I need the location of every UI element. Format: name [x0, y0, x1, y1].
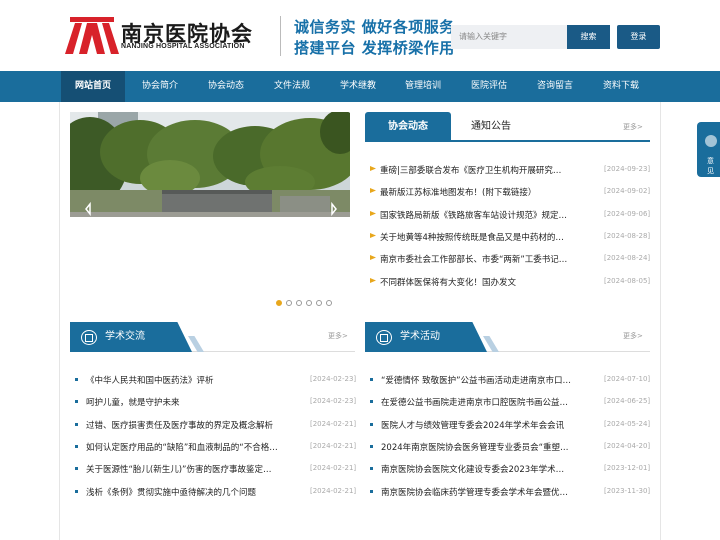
list-date: [2023-11-30]: [604, 487, 651, 495]
bullet-icon: [75, 445, 78, 448]
slogan-line-2: 搭建平台 发挥桥梁作用: [294, 39, 455, 57]
news-more-link[interactable]: 更多>: [623, 122, 643, 132]
nav-item-about[interactable]: 协会简介: [130, 71, 190, 102]
news-tabs: 协会动态 通知公告: [365, 112, 650, 142]
list-date: [2024-04-20]: [604, 442, 651, 450]
bullet-icon: [75, 423, 78, 426]
bullet-icon: [75, 467, 78, 470]
news-date: [2024-09-23]: [604, 165, 651, 173]
academic-exchange-tab[interactable]: 学术交流: [70, 322, 192, 352]
carousel-dot-4[interactable]: [306, 300, 312, 306]
bullet-icon: [370, 423, 373, 426]
activity-icon: [376, 330, 392, 345]
tab-association-news[interactable]: 协会动态: [365, 112, 451, 142]
academic-exchange-more-link[interactable]: 更多>: [328, 331, 348, 341]
bullet-icon: [370, 400, 373, 403]
feedback-label[interactable]: 意见: [707, 156, 720, 176]
list-date: [2024-02-23]: [310, 397, 357, 405]
search-input[interactable]: 请输入关键字: [451, 25, 567, 49]
carousel-dot-5[interactable]: [316, 300, 322, 306]
feedback-icon: [705, 135, 717, 147]
news-date: [2024-09-06]: [604, 210, 651, 218]
list-date: [2023-12-01]: [604, 464, 651, 472]
news-date: [2024-08-05]: [604, 277, 651, 285]
header-divider: [280, 16, 281, 56]
news-date: [2024-08-24]: [604, 254, 651, 262]
list-date: [2024-06-25]: [604, 397, 651, 405]
news-date: [2024-09-02]: [604, 187, 651, 195]
nav-item-academic[interactable]: 学术继教: [328, 71, 388, 102]
logo-english-name[interactable]: NANJING HOSPITAL ASSOCIATION: [121, 43, 245, 50]
nav-item-home[interactable]: 网站首页: [61, 71, 125, 102]
list-date: [2024-07-10]: [604, 375, 651, 383]
search-button[interactable]: 搜索: [567, 25, 610, 49]
bullet-icon: [370, 445, 373, 448]
site-header: 南京医院协会 NANJING HOSPITAL ASSOCIATION 诚信务实…: [0, 0, 720, 72]
exchange-icon: [81, 330, 97, 345]
bullet-icon: [75, 400, 78, 403]
bullet-icon: [370, 378, 373, 381]
slogan-line-1: 诚信务实 做好各项服务: [294, 18, 455, 36]
association-logo-icon[interactable]: [65, 17, 119, 54]
main-nav: 网站首页 协会简介 协会动态 文件法规 学术继教 管理培训 医院评估 咨询留言 …: [0, 71, 720, 102]
nav-item-evaluation[interactable]: 医院评估: [459, 71, 519, 102]
bullet-icon: [370, 490, 373, 493]
list-date: [2024-02-21]: [310, 487, 357, 495]
tab-notices[interactable]: 通知公告: [451, 112, 531, 142]
academic-activity-header: 学术活动: [365, 322, 650, 352]
carousel-dot-3[interactable]: [296, 300, 302, 306]
nav-item-training[interactable]: 管理培训: [393, 71, 453, 102]
academic-exchange-title[interactable]: 学术交流: [105, 322, 145, 352]
news-date: [2024-08-28]: [604, 232, 651, 240]
carousel-dot-2[interactable]: [286, 300, 292, 306]
academic-activity-tab[interactable]: 学术活动: [365, 322, 487, 352]
nav-item-news[interactable]: 协会动态: [196, 71, 256, 102]
nav-item-consult[interactable]: 咨询留言: [525, 71, 585, 102]
carousel-dot-1[interactable]: [276, 300, 282, 306]
academic-activity-more-link[interactable]: 更多>: [623, 331, 643, 341]
list-date: [2024-05-24]: [604, 420, 651, 428]
bullet-icon: [75, 490, 78, 493]
carousel-dot-6[interactable]: [326, 300, 332, 306]
list-date: [2024-02-21]: [310, 464, 357, 472]
bullet-icon: [370, 467, 373, 470]
list-date: [2024-02-21]: [310, 442, 357, 450]
feedback-side-tab[interactable]: 意见: [697, 122, 720, 177]
bullet-icon: [75, 378, 78, 381]
nav-item-regulations[interactable]: 文件法规: [262, 71, 322, 102]
list-date: [2024-02-21]: [310, 420, 357, 428]
login-button[interactable]: 登录: [617, 25, 660, 49]
academic-activity-title[interactable]: 学术活动: [400, 322, 440, 352]
nav-item-downloads[interactable]: 资料下载: [591, 71, 651, 102]
photo-carousel[interactable]: [70, 112, 350, 217]
list-date: [2024-02-23]: [310, 375, 357, 383]
carousel-image[interactable]: [70, 112, 350, 217]
academic-exchange-header: 学术交流: [70, 322, 355, 352]
